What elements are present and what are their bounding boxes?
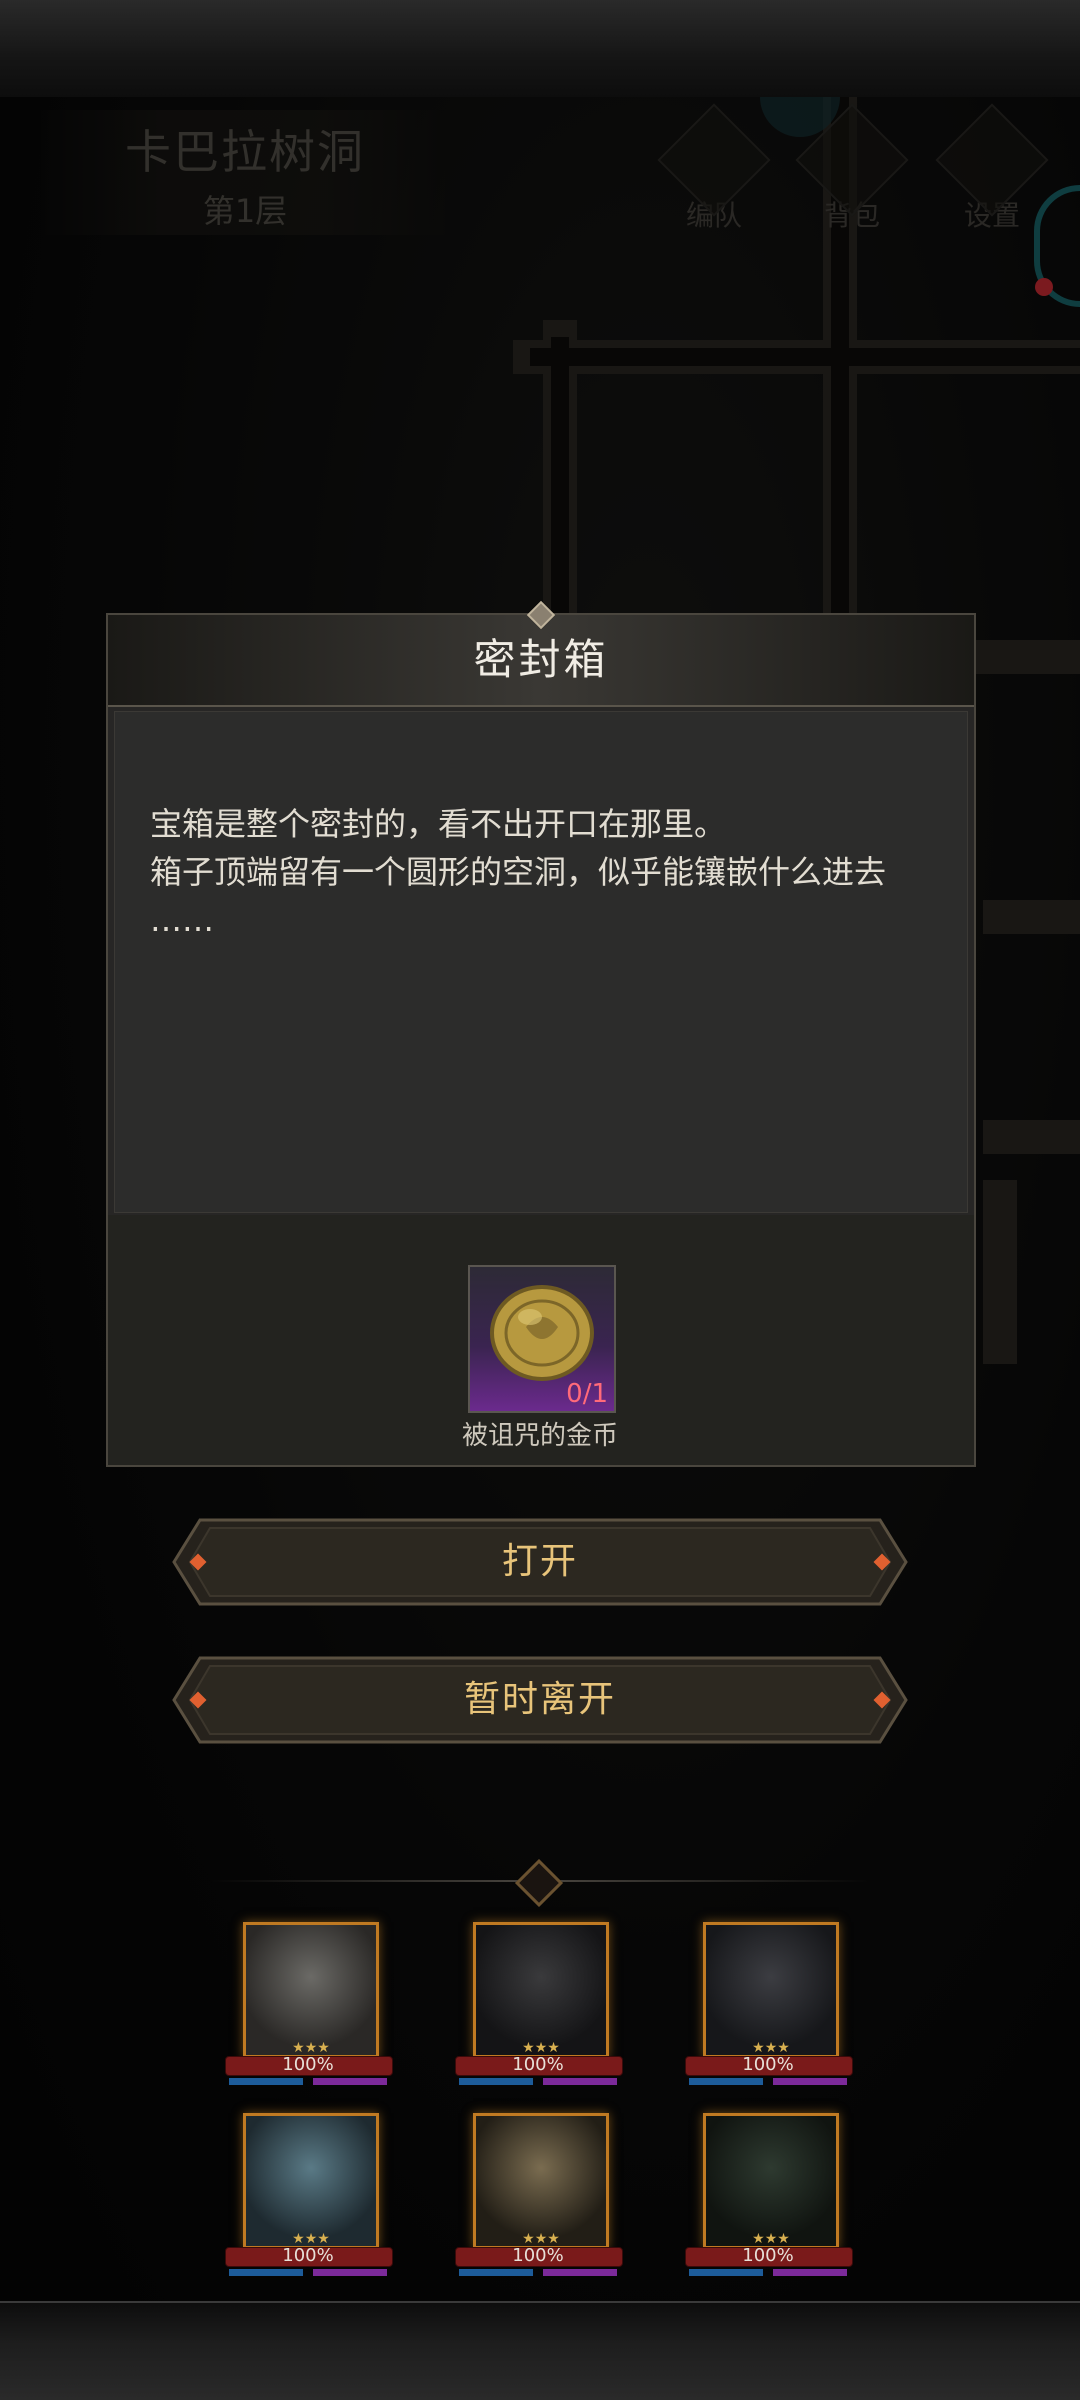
hero-mana-bar — [543, 2078, 617, 2085]
hero-mana-bar — [313, 2269, 387, 2276]
hero-portrait — [473, 1922, 609, 2058]
dialog-description: 宝箱是整个密封的，看不出开口在那里。 箱子顶端留有一个圆形的空洞，似乎能镶嵌什么… — [150, 805, 887, 939]
description-panel — [114, 711, 968, 1213]
hero-energy-bar — [229, 2269, 303, 2276]
sealed-box-dialog: 密封箱 宝箱是整个密封的，看不出开口在那里。 箱子顶端留有一个圆形的空洞，似乎能… — [106, 600, 976, 1467]
top-frame — [0, 0, 1080, 99]
hero-energy-bar — [459, 2078, 533, 2085]
hero-slot[interactable]: ★★★ 100% — [225, 2113, 395, 2283]
hero-hp-text: 100% — [742, 2054, 794, 2075]
hero-hp-text: 100% — [282, 2245, 334, 2266]
item-count: 0/1 — [566, 1379, 608, 1409]
hero-slot[interactable]: ★★★ 100% — [685, 1922, 855, 2092]
hero-portrait — [473, 2113, 609, 2249]
hero-slot[interactable]: ★★★ 100% — [455, 1922, 625, 2092]
hero-energy-bar — [689, 2269, 763, 2276]
hero-energy-bar — [689, 2078, 763, 2085]
hero-mana-bar — [773, 2078, 847, 2085]
leave-button[interactable]: 暂时离开 — [170, 1654, 910, 1746]
hero-hp-text: 100% — [282, 2054, 334, 2075]
hero-mana-bar — [773, 2269, 847, 2276]
hero-hp-text: 100% — [512, 2054, 564, 2075]
open-button-label: 打开 — [501, 1541, 578, 1582]
hero-slot[interactable]: ★★★ 100% — [685, 2113, 855, 2283]
hero-slot[interactable]: ★★★ 100% — [225, 1922, 395, 2092]
hero-energy-bar — [229, 2078, 303, 2085]
required-item-name: 被诅咒的金币 — [461, 1421, 618, 1451]
hero-portrait — [703, 1922, 839, 2058]
hero-mana-bar — [543, 2269, 617, 2276]
hero-portrait — [703, 2113, 839, 2249]
hero-hp-text: 100% — [512, 2245, 564, 2266]
hero-hp-text: 100% — [742, 2245, 794, 2266]
hero-slot[interactable]: ★★★ 100% — [455, 2113, 625, 2283]
open-button[interactable]: 打开 — [170, 1516, 910, 1608]
leave-button-label: 暂时离开 — [463, 1679, 616, 1720]
hero-portrait — [243, 1922, 379, 2058]
hero-portrait — [243, 2113, 379, 2249]
hero-mana-bar — [313, 2078, 387, 2085]
bottom-frame — [0, 2301, 1080, 2400]
hero-energy-bar — [459, 2269, 533, 2276]
required-item-slot[interactable]: 0/1 — [468, 1265, 616, 1413]
